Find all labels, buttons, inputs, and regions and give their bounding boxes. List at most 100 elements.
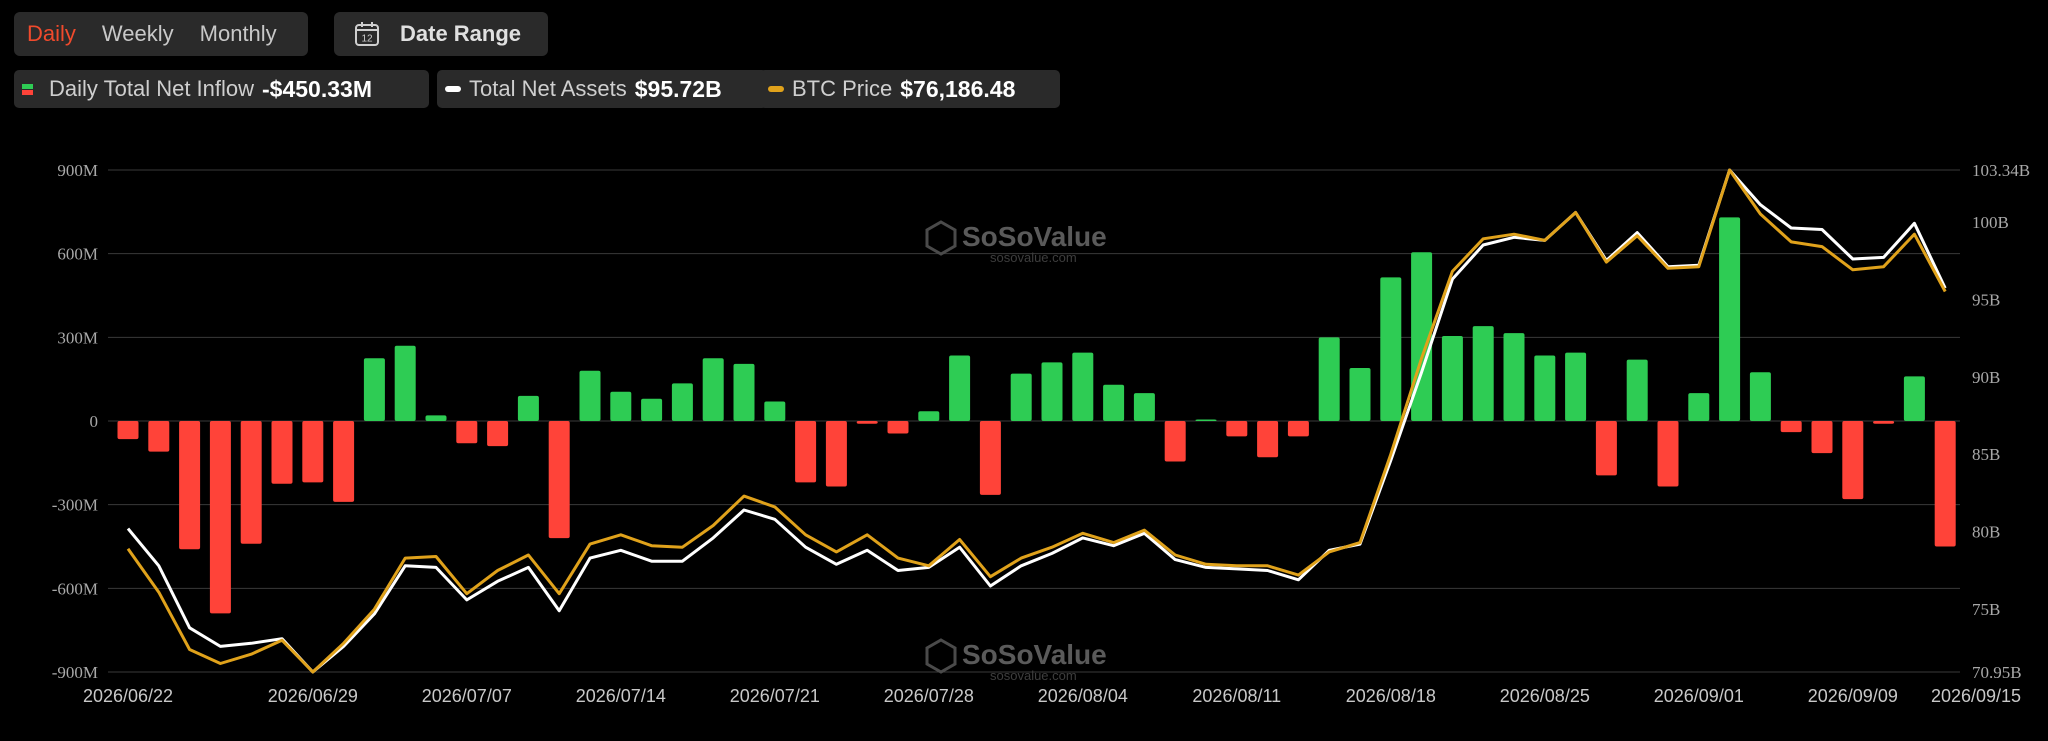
inflow-bar	[425, 415, 447, 421]
x-axis-tick: 2026/08/18	[1346, 686, 1436, 706]
x-axis-tick: 2026/06/22	[83, 686, 173, 706]
left-axis-tick: -600M	[52, 579, 98, 598]
inflow-bar	[887, 421, 909, 434]
sosovalue-logo-icon	[925, 638, 957, 674]
inflow-bar	[209, 421, 231, 614]
inflow-bar	[1749, 372, 1771, 421]
right-axis-tick: 103.34B	[1972, 161, 2030, 180]
inflow-bar	[548, 421, 570, 539]
right-axis-tick: 90B	[1972, 368, 2000, 387]
inflow-bar	[1349, 368, 1371, 421]
inflow-bar	[302, 421, 324, 483]
right-axis-tick: 70.95B	[1972, 663, 2022, 682]
inflow-bar	[333, 421, 355, 502]
inflow-bar	[1287, 421, 1309, 437]
x-axis-tick: 2026/09/01	[1654, 686, 1744, 706]
inflow-bar	[641, 398, 663, 421]
inflow-bar	[1041, 362, 1063, 421]
inflow-bar	[1257, 421, 1279, 458]
inflow-bar	[610, 391, 632, 421]
inflow-bar	[1842, 421, 1864, 500]
sosovalue-logo-icon	[925, 220, 957, 256]
right-axis-tick: 80B	[1972, 523, 2000, 542]
inflow-bar	[764, 401, 786, 421]
right-axis-tick: 95B	[1972, 290, 2000, 309]
inflow-bar	[702, 358, 724, 421]
inflow-bar	[1688, 393, 1710, 421]
inflow-bar	[1010, 373, 1032, 421]
inflow-bar	[363, 358, 385, 421]
x-axis-tick: 2026/06/29	[268, 686, 358, 706]
watermarks: SoSoValuesosovalue.comSoSoValuesosovalue…	[925, 220, 1107, 683]
left-axis-tick: 0	[90, 412, 99, 431]
inflow-bar	[117, 421, 139, 440]
inflow-bar	[1873, 421, 1895, 424]
inflow-bar	[1657, 421, 1679, 487]
x-axis-tick: 2026/07/28	[884, 686, 974, 706]
x-axis-tick: 2026/09/09	[1808, 686, 1898, 706]
inflow-bar	[1503, 333, 1525, 421]
right-axis-tick: 75B	[1972, 600, 2000, 619]
x-axis-tick: 2026/07/21	[730, 686, 820, 706]
inflow-bar	[1072, 352, 1094, 421]
x-axis-tick: 2026/07/14	[576, 686, 666, 706]
inflow-bar	[1903, 376, 1925, 421]
left-axis-tick: -300M	[52, 496, 98, 515]
inflow-bar	[918, 411, 940, 421]
etf-flow-chart: SoSoValuesosovalue.comSoSoValuesosovalue…	[52, 161, 2030, 706]
inflow-bar	[487, 421, 509, 447]
inflow-bar	[271, 421, 293, 484]
watermark: SoSoValuesosovalue.com	[925, 220, 1107, 265]
left-axis-tick: 600M	[57, 245, 98, 264]
watermark-url: sosovalue.com	[990, 668, 1077, 683]
watermark-brand: SoSoValue	[962, 221, 1107, 252]
inflow-bar	[1472, 326, 1494, 421]
inflow-bar	[1441, 335, 1463, 421]
left-axis-tick: -900M	[52, 663, 98, 682]
x-axis-tick: 2026/08/11	[1192, 686, 1281, 706]
x-axis-tick: 2026/07/07	[422, 686, 512, 706]
inflow-bar	[179, 421, 201, 550]
watermark-brand: SoSoValue	[962, 639, 1107, 670]
watermark-url: sosovalue.com	[990, 250, 1077, 265]
watermark: SoSoValuesosovalue.com	[925, 638, 1107, 683]
inflow-bar	[456, 421, 478, 444]
inflow-bar	[1164, 421, 1186, 462]
inflow-bar	[1719, 217, 1741, 421]
inflow-bar	[733, 363, 755, 421]
x-axis: 2026/06/22 2026/06/29 2026/07/07 2026/07/14…	[83, 686, 2021, 706]
inflow-bar	[240, 421, 262, 544]
right-axis: 103.34B 100B 95B 90B 85B 80B 75B 70.95B	[1972, 161, 2030, 682]
x-axis-tick: 2026/08/04	[1038, 686, 1128, 706]
inflow-bar	[856, 421, 878, 424]
inflow-bar	[671, 383, 693, 421]
inflow-bar	[394, 345, 416, 421]
inflow-bar	[1780, 421, 1802, 433]
inflow-bar	[1811, 421, 1833, 454]
inflow-bar	[1318, 337, 1340, 421]
right-axis-tick: 100B	[1972, 213, 2009, 232]
x-axis-tick: 2026/08/25	[1500, 686, 1590, 706]
inflow-bar	[1534, 355, 1556, 421]
inflow-bar	[1595, 421, 1617, 476]
inflow-bar	[579, 370, 601, 421]
inflow-bar	[825, 421, 847, 487]
inflow-bar	[1195, 419, 1217, 421]
left-axis: 900M 600M 300M 0 -300M -600M -900M	[52, 161, 98, 682]
inflow-bar	[148, 421, 170, 452]
inflow-bar	[517, 395, 539, 421]
inflow-bar	[1226, 421, 1248, 437]
inflow-bar	[1934, 421, 1956, 547]
left-axis-tick: 900M	[57, 161, 98, 180]
right-axis-tick: 85B	[1972, 445, 2000, 464]
inflow-bar	[795, 421, 817, 483]
inflow-bar	[1133, 393, 1155, 421]
inflow-bar	[1103, 384, 1125, 421]
inflow-bar	[949, 355, 971, 421]
x-axis-tick: 2026/09/15	[1931, 686, 2021, 706]
inflow-bar	[1626, 359, 1648, 421]
left-axis-tick: 300M	[57, 328, 98, 347]
inflow-bar	[1565, 352, 1587, 421]
inflow-bar	[1380, 277, 1402, 421]
inflow-bar	[979, 421, 1001, 495]
